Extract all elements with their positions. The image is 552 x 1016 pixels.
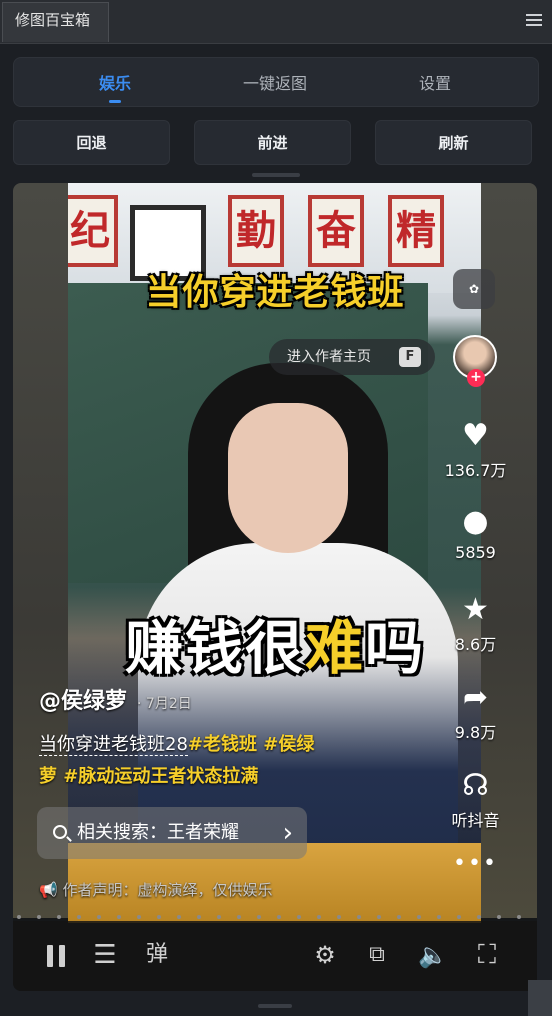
description-hashtags[interactable]: #老钱班 #侯绿 [188,734,314,755]
gear-icon[interactable]: ⚙ [305,935,345,975]
progress-tick [517,915,521,919]
progress-tick [157,915,161,919]
progress-tick [417,915,421,919]
progress-tick [457,915,461,919]
picture-in-picture-icon[interactable]: ⧉ [357,935,397,975]
caption-main-post: 吗 [365,614,426,682]
wall-poster: 精 [388,195,444,267]
more-options-icon[interactable]: ••• [438,851,513,876]
related-search-button[interactable]: 相关搜索：王者荣耀 › [37,807,307,859]
progress-tick [137,915,141,919]
tab-one-click-return[interactable]: 一键返图 [195,58,355,108]
author-username: @侯绿萝 [39,689,128,714]
person-face [228,403,348,553]
video-player[interactable]: 纪 勤 奋 精 当你穿进老钱班 赚钱很难吗 进入作者主页 F ✿ + ♥ 136… [13,183,537,991]
related-search-label: 相关搜索：王者荣耀 [77,822,239,843]
share-button[interactable]: ➦ 9.8万 [438,681,513,743]
comment-button[interactable]: ● 5859 [438,504,513,563]
megaphone-icon: 📢 [39,881,58,899]
comment-count: 5859 [455,543,496,562]
ai-flower-icon[interactable]: ✿ [453,269,495,309]
wall-poster: 勤 [228,195,284,267]
progress-tick [477,915,481,919]
share-count: 9.8万 [454,723,497,742]
share-arrow-icon: ➦ [462,680,489,715]
tab-entertainment[interactable]: 娱乐 [35,58,195,108]
hamburger-icon[interactable] [526,14,542,28]
caption-main-pre: 赚钱很 [124,614,305,682]
caption-main-highlight: 难 [304,614,365,682]
bottom-drag-handle[interactable] [258,1004,292,1008]
progress-tick [177,915,181,919]
progress-tick [97,915,101,919]
progress-tick [437,915,441,919]
tab-one-click-return-label: 一键返图 [242,74,307,93]
progress-tick [297,915,301,919]
panel-header: 修图百宝箱 [0,0,552,44]
like-button[interactable]: ♥ 136.7万 [438,419,513,481]
refresh-button[interactable]: 刷新 [375,120,532,165]
disclaimer-text: 作者声明：虚构演绎，仅供娱乐 [62,881,273,899]
volume-icon[interactable]: 🔈 [413,935,453,975]
video-description: 当你穿进老钱班28#老钱班 #侯绿 萝 #脉动运动王者状态拉满 [39,729,389,793]
progress-tick [497,915,501,919]
progress-tick [237,915,241,919]
progress-tick [357,915,361,919]
progress-tick [117,915,121,919]
progress-tick [377,915,381,919]
pause-icon[interactable] [35,935,75,975]
author-name[interactable]: @侯绿萝 · 7月2日 [39,683,192,715]
heart-icon: ♥ [462,418,489,453]
listen-button[interactable]: ☊ 听抖音 [438,769,513,831]
progress-tick [57,915,61,919]
panel-title-tab[interactable]: 修图百宝箱 [2,2,109,42]
star-icon: ★ [462,592,489,627]
comment-icon: ● [462,504,489,539]
favorite-button[interactable]: ★ 8.6万 [438,593,513,655]
back-button[interactable]: 回退 [13,120,170,165]
progress-tick [337,915,341,919]
player-controls: ☰ 弹 ⚙ ⧉ 🔈 ⛶ [13,921,537,991]
shortcut-key-badge: F [399,347,421,367]
fullscreen-icon[interactable]: ⛶ [467,935,507,975]
wall-poster: 奋 [308,195,364,267]
progress-tick [197,915,201,919]
like-count: 136.7万 [444,461,507,480]
resize-corner[interactable] [528,980,552,1016]
tab-entertainment-label: 娱乐 [98,74,131,93]
post-date: · 7月2日 [137,696,192,712]
favorite-count: 8.6万 [454,635,497,654]
progress-bar[interactable] [13,915,537,919]
tab-settings-label: 设置 [418,74,451,93]
tab-bar: 娱乐 一键返图 设置 [13,57,539,107]
chevron-right-icon: › [282,818,293,848]
tab-active-indicator [109,100,121,103]
drag-handle[interactable] [252,173,300,177]
forward-button[interactable]: 前进 [194,120,351,165]
tab-settings[interactable]: 设置 [355,58,515,108]
headphones-icon: ☊ [462,768,489,803]
description-text: 当你穿进老钱班28 [39,734,188,756]
danmu-toggle[interactable]: 弹 [137,935,177,975]
search-icon [53,825,67,839]
progress-tick [397,915,401,919]
description-hashtags-cont[interactable]: 萝 #脉动运动王者状态拉满 [39,766,258,787]
playlist-icon[interactable]: ☰ [85,935,125,975]
wall-poster: 纪 [62,195,118,267]
progress-tick [77,915,81,919]
progress-tick [37,915,41,919]
author-homepage-button[interactable]: 进入作者主页 F [269,339,435,375]
author-homepage-label: 进入作者主页 [287,349,371,365]
follow-plus-icon[interactable]: + [467,369,485,387]
progress-tick [317,915,321,919]
progress-tick [217,915,221,919]
progress-tick [17,915,21,919]
progress-tick [277,915,281,919]
author-disclaimer: 📢 作者声明：虚构演绎，仅供娱乐 [39,879,272,900]
listen-label: 听抖音 [451,811,500,830]
progress-tick [257,915,261,919]
